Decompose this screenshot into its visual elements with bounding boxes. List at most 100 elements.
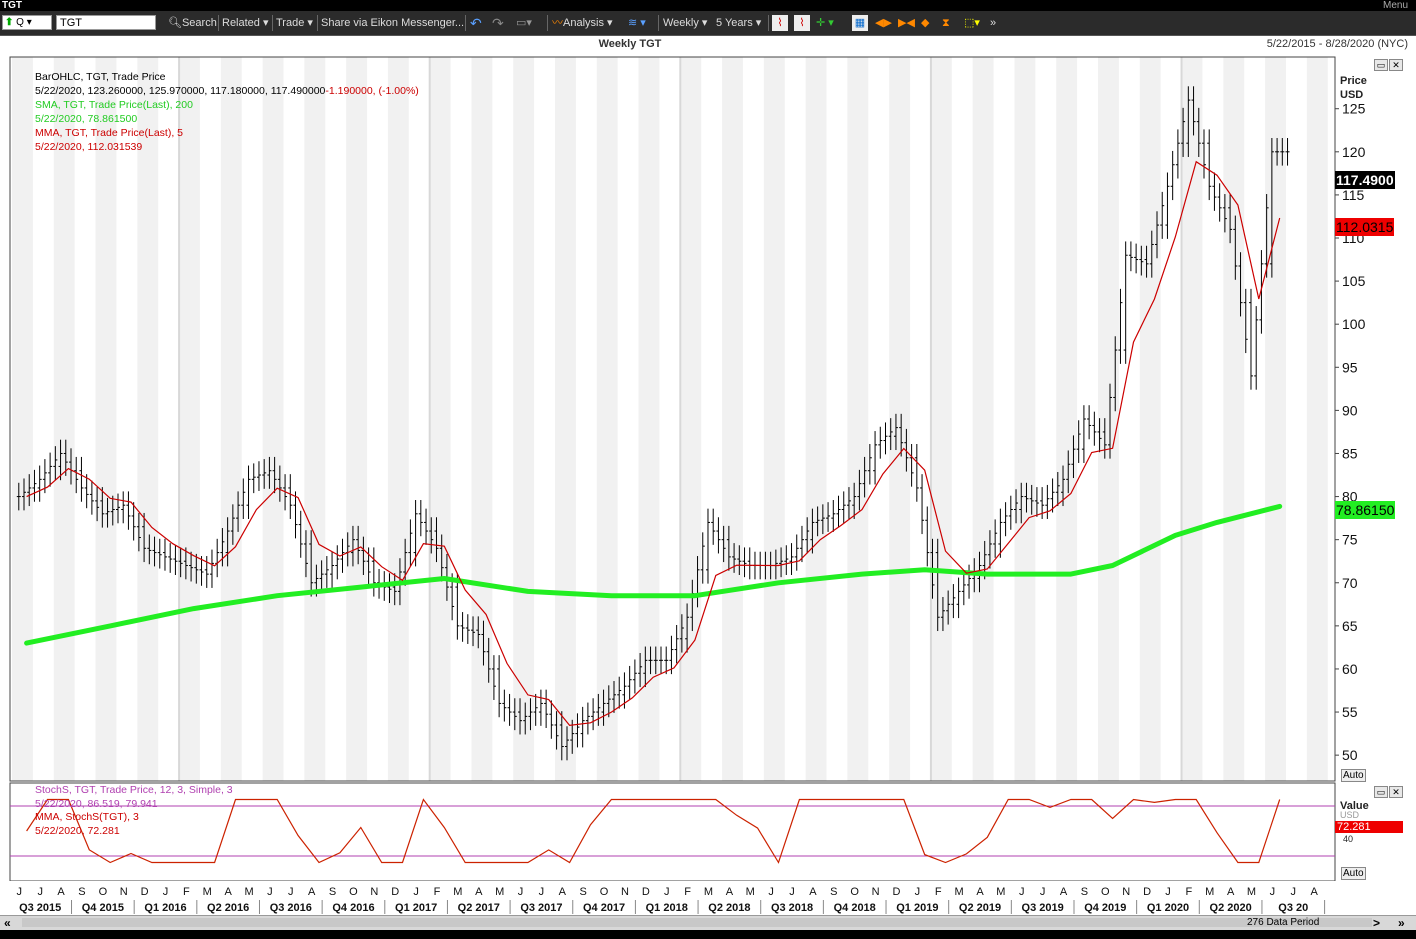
month-band bbox=[1056, 57, 1078, 781]
quarter-label: Q3 2017 bbox=[520, 902, 562, 914]
month-label: S bbox=[1081, 886, 1088, 898]
quarter-label: Q3 2018 bbox=[771, 902, 813, 914]
quarter-label: Q1 2016 bbox=[144, 902, 186, 914]
month-band bbox=[1014, 57, 1036, 781]
y-tick-label: 90 bbox=[1342, 402, 1358, 418]
price-axis-ticks: 50556065707580859095100105110115120125 bbox=[1335, 101, 1366, 763]
y-tick-label: 115 bbox=[1342, 187, 1365, 203]
month-band bbox=[1139, 57, 1161, 781]
month-label: N bbox=[872, 886, 880, 898]
quarter-label: Q1 2019 bbox=[896, 902, 938, 914]
quarter-label: Q3 2016 bbox=[270, 902, 312, 914]
month-label: M bbox=[955, 886, 964, 898]
month-label: D bbox=[1143, 886, 1151, 898]
quarter-label: Q2 2018 bbox=[708, 902, 750, 914]
month-band bbox=[930, 57, 952, 781]
month-label: J bbox=[288, 886, 294, 898]
close-icon[interactable]: ✕ bbox=[1389, 59, 1403, 71]
scroll-track[interactable] bbox=[22, 918, 1372, 927]
month-band bbox=[304, 57, 326, 781]
month-label: A bbox=[475, 886, 483, 898]
data-period-label: 276 Data Period bbox=[1247, 917, 1320, 928]
month-band bbox=[179, 57, 200, 781]
sma-legend-value: 5/22/2020, 78.861500 bbox=[35, 113, 138, 125]
month-label: M bbox=[996, 886, 1005, 898]
month-label: O bbox=[1101, 886, 1110, 898]
quarter-label: Q4 2018 bbox=[834, 902, 876, 914]
month-label: M bbox=[746, 886, 755, 898]
stoch-legend: StochS, TGT, Trade Price, 12, 3, Simple,… bbox=[35, 784, 233, 838]
quarter-label: Q2 2020 bbox=[1210, 902, 1252, 914]
month-band bbox=[95, 57, 117, 781]
month-label: S bbox=[78, 886, 85, 898]
month-label: F bbox=[434, 886, 441, 898]
month-label: O bbox=[850, 886, 859, 898]
chart-scrollbar[interactable]: « 276 Data Period > » bbox=[0, 915, 1416, 930]
month-label: J bbox=[37, 886, 43, 898]
month-label: N bbox=[370, 886, 378, 898]
month-label: J bbox=[1270, 886, 1276, 898]
month-band bbox=[1098, 57, 1119, 781]
month-band bbox=[889, 57, 911, 781]
price-axis-title: Price USD bbox=[1340, 74, 1367, 102]
y-tick-label: 95 bbox=[1342, 359, 1358, 375]
scroll-left-icon[interactable]: « bbox=[4, 916, 11, 930]
price-plot-border bbox=[9, 56, 1336, 782]
price-auto-scale-button[interactable]: Auto bbox=[1341, 769, 1366, 782]
restore-icon[interactable]: ▭ bbox=[1374, 59, 1388, 71]
time-axis: JJASONDJFMAMJJASONDJFMAMJJASONDJFMAMJJAS… bbox=[0, 881, 1416, 915]
month-label: M bbox=[704, 886, 713, 898]
month-band bbox=[12, 57, 33, 781]
quarter-label: Q4 2017 bbox=[583, 902, 625, 914]
month-band bbox=[596, 57, 618, 781]
quarter-label: Q4 2016 bbox=[332, 902, 374, 914]
stoch-close-icon[interactable]: ✕ bbox=[1389, 786, 1403, 798]
stoch-badge: 72.281 bbox=[1335, 821, 1403, 833]
month-label: F bbox=[1185, 886, 1192, 898]
quarter-label: Q1 2017 bbox=[395, 902, 437, 914]
month-label: S bbox=[329, 886, 336, 898]
month-band bbox=[262, 57, 284, 781]
month-band bbox=[1265, 57, 1286, 781]
ohlc-legend-name: BarOHLC, TGT, Trade Price bbox=[35, 71, 166, 83]
quarter-label: Q2 2016 bbox=[207, 902, 249, 914]
month-label: A bbox=[726, 886, 734, 898]
month-label: A bbox=[224, 886, 232, 898]
month-label: J bbox=[163, 886, 169, 898]
month-label: F bbox=[183, 886, 190, 898]
month-label: F bbox=[935, 886, 942, 898]
y-tick-label: 65 bbox=[1342, 618, 1358, 634]
month-label: D bbox=[892, 886, 900, 898]
stoch-restore-icon[interactable]: ▭ bbox=[1374, 786, 1388, 798]
quarter-label: Q1 2020 bbox=[1147, 902, 1189, 914]
month-label: M bbox=[244, 886, 253, 898]
month-label: D bbox=[391, 886, 399, 898]
month-label: J bbox=[518, 886, 524, 898]
month-label: J bbox=[1019, 886, 1025, 898]
month-label: M bbox=[1247, 886, 1256, 898]
quarter-label: Q4 2015 bbox=[82, 902, 124, 914]
month-label: D bbox=[642, 886, 650, 898]
month-band bbox=[1181, 57, 1203, 781]
month-label: S bbox=[580, 886, 587, 898]
scroll-right-icon[interactable]: > bbox=[1373, 916, 1380, 930]
price-unit: USD bbox=[1340, 89, 1364, 101]
month-band bbox=[847, 57, 869, 781]
month-band bbox=[53, 57, 75, 781]
ohlc-values: 5/22/2020, 123.260000, 125.970000, 117.1… bbox=[35, 85, 326, 97]
month-label: J bbox=[17, 886, 23, 898]
month-label: O bbox=[600, 886, 609, 898]
month-label: J bbox=[267, 886, 273, 898]
month-label: J bbox=[1291, 886, 1297, 898]
month-label: J bbox=[789, 886, 795, 898]
month-label: M bbox=[495, 886, 504, 898]
month-label: A bbox=[1227, 886, 1235, 898]
month-label: J bbox=[915, 886, 921, 898]
scroll-end-icon[interactable]: » bbox=[1398, 916, 1405, 930]
month-band bbox=[137, 57, 159, 781]
month-band bbox=[638, 57, 660, 781]
y-tick-label: 75 bbox=[1342, 532, 1358, 548]
stoch-auto-scale-button[interactable]: Auto bbox=[1341, 867, 1366, 880]
month-band bbox=[220, 57, 242, 781]
last-price-badge: 117.4900 bbox=[1335, 171, 1395, 189]
